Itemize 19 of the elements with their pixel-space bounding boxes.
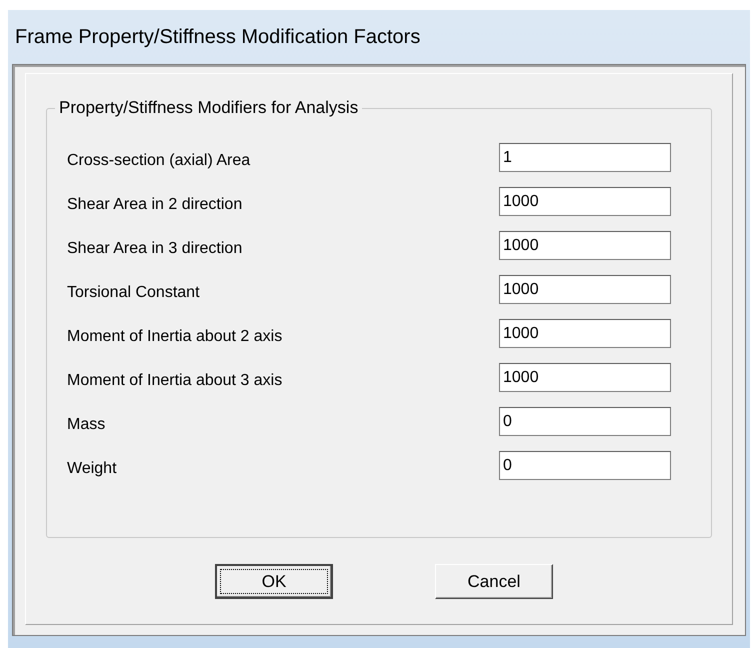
window-title: Frame Property/Stiffness Modification Factors — [14, 25, 422, 50]
input-field[interactable]: 1000 — [499, 319, 671, 348]
dialog-button[interactable]: OK — [215, 564, 333, 599]
input-field[interactable]: 1000 — [499, 275, 671, 304]
field-label: Shear Area in 2 direction — [67, 194, 242, 214]
field-label: Moment of Inertia about 2 axis — [67, 326, 282, 346]
input-field[interactable]: 0 — [499, 407, 671, 436]
input-field[interactable]: 1 — [499, 143, 671, 172]
field-label: Weight — [67, 458, 117, 478]
input-field[interactable]: 1000 — [499, 187, 671, 216]
field-label: Mass — [67, 414, 106, 434]
input-field[interactable]: 0 — [499, 451, 671, 480]
field-label: Moment of Inertia about 3 axis — [67, 370, 282, 390]
dialog-button[interactable]: Cancel — [435, 564, 553, 599]
field-label: Torsional Constant — [67, 282, 200, 302]
input-field[interactable]: 1000 — [499, 231, 671, 260]
input-field[interactable]: 1000 — [499, 363, 671, 392]
field-label: Shear Area in 3 direction — [67, 238, 242, 258]
field-label: Cross-section (axial) Area — [67, 150, 250, 170]
